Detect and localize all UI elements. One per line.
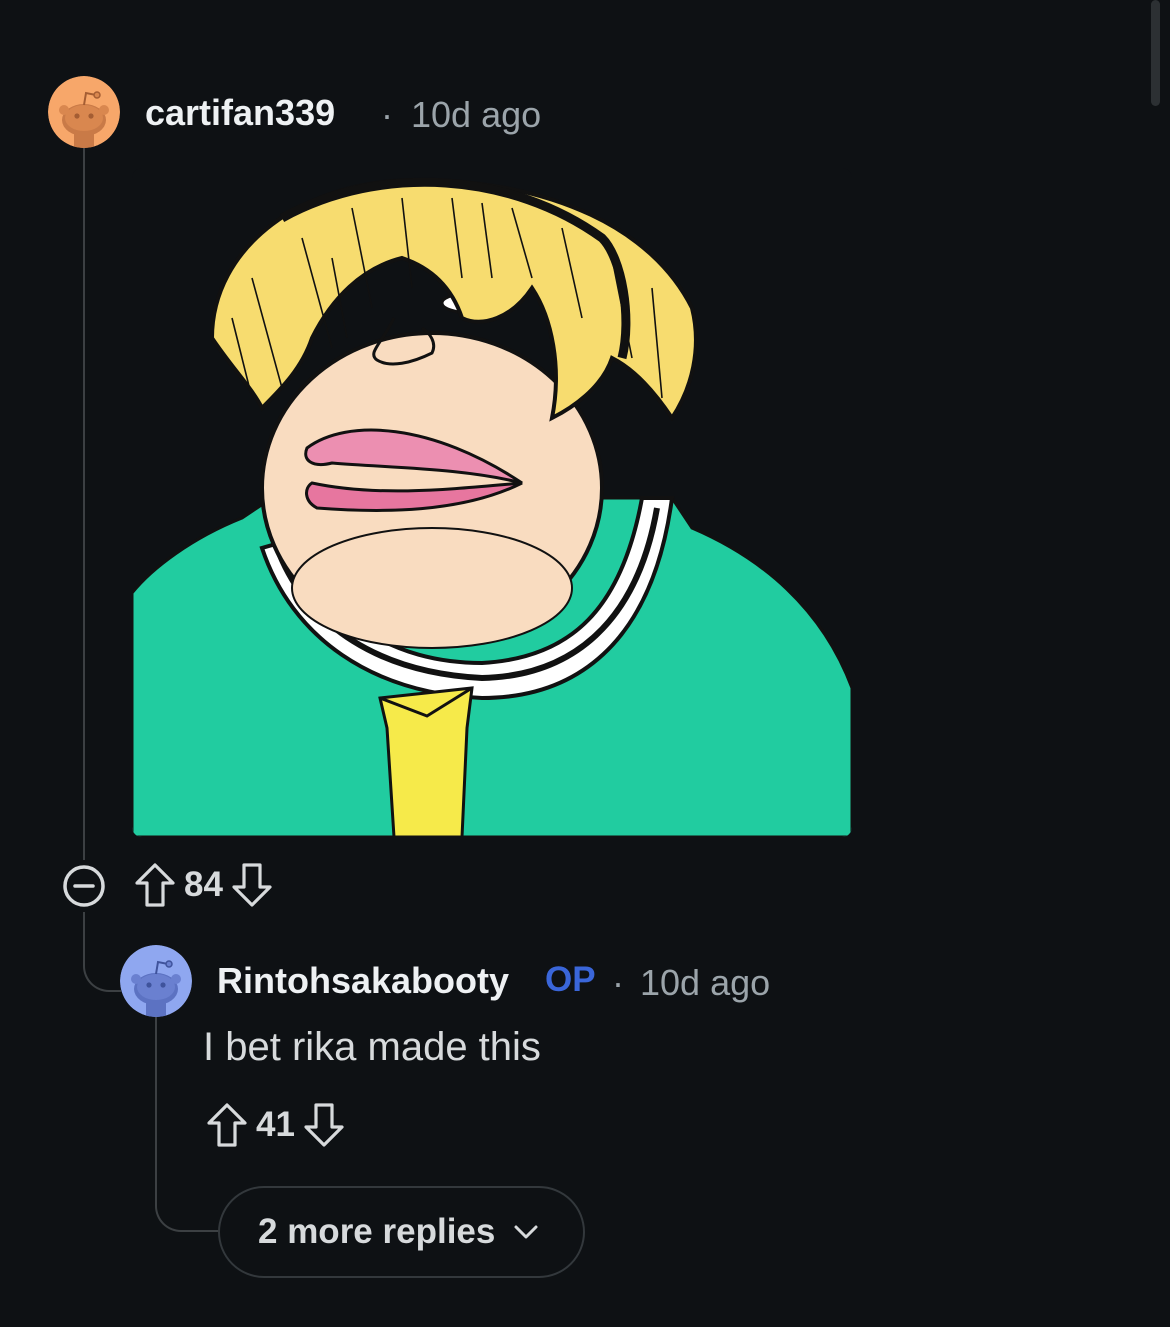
comment-body: I bet rika made this <box>203 1025 541 1069</box>
downvote-arrow-icon <box>304 1103 344 1147</box>
avatar[interactable] <box>48 76 120 148</box>
downvote-button[interactable] <box>229 860 275 910</box>
chevron-down-icon <box>513 1223 539 1241</box>
thread-line <box>83 148 85 860</box>
vote-count: 41 <box>256 1105 295 1144</box>
more-replies-label: 2 more replies <box>258 1212 496 1251</box>
upvote-arrow-icon <box>207 1103 247 1147</box>
thread-connector-more <box>155 1160 219 1232</box>
minus-circle-icon <box>63 865 105 907</box>
comment-image[interactable] <box>132 168 852 837</box>
vote-bar: 41 <box>204 1100 347 1150</box>
comment-author[interactable]: cartifan339 <box>145 92 335 134</box>
downvote-arrow-icon <box>232 863 272 907</box>
comment-timestamp: 10d ago <box>640 962 771 1003</box>
meme-image <box>132 168 852 837</box>
upvote-arrow-icon <box>135 863 175 907</box>
avatar[interactable] <box>120 945 192 1017</box>
scrollbar[interactable] <box>1151 0 1160 106</box>
upvote-button[interactable] <box>204 1100 250 1150</box>
separator-dot: · <box>381 94 393 135</box>
collapse-button[interactable] <box>60 862 108 910</box>
thread-connector <box>83 912 121 992</box>
vote-count: 84 <box>184 865 223 904</box>
user-avatar-icon <box>120 945 192 1017</box>
upvote-button[interactable] <box>132 860 178 910</box>
op-badge: OP <box>545 960 596 999</box>
comment-timestamp: 10d ago <box>411 94 542 135</box>
downvote-button[interactable] <box>301 1100 347 1150</box>
comment-author[interactable]: Rintohsakabooty <box>217 960 509 1002</box>
user-avatar-icon <box>48 76 120 148</box>
comment-thread: cartifan339 · 10d ago 84 Rintohsakabooty… <box>0 0 1170 1327</box>
separator-dot: · <box>612 962 624 1003</box>
more-replies-button[interactable]: 2 more replies <box>218 1186 585 1278</box>
vote-bar: 84 <box>132 860 275 910</box>
thread-line-reply <box>155 1016 157 1166</box>
